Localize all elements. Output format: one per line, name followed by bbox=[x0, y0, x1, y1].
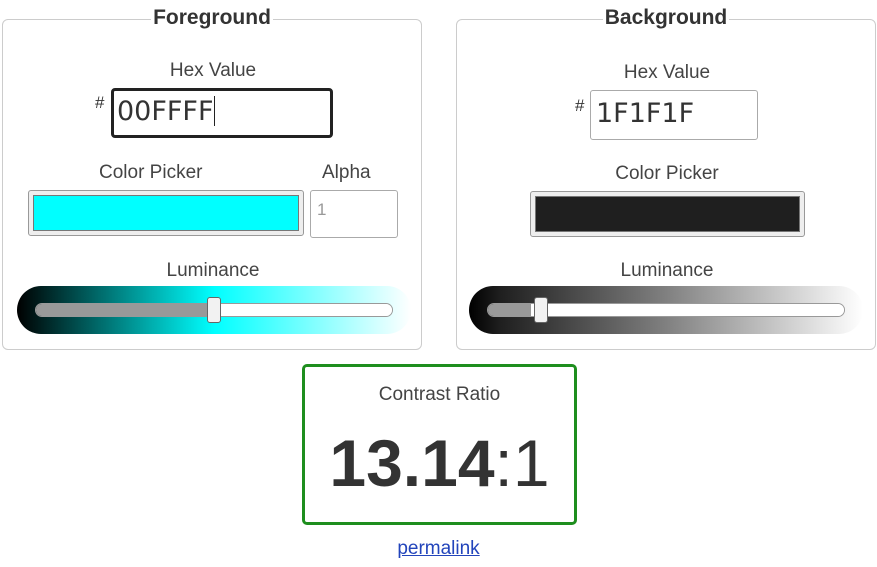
bg-color-picker[interactable] bbox=[530, 191, 805, 237]
bg-luminance-fill bbox=[488, 304, 531, 316]
fg-hash-symbol: # bbox=[95, 93, 105, 112]
fg-alpha-label: Alpha bbox=[322, 162, 371, 183]
bg-color-swatch bbox=[535, 196, 800, 232]
contrast-ratio-separator: : bbox=[494, 426, 513, 500]
fg-luminance-fill bbox=[36, 304, 214, 316]
bg-luminance-thumb[interactable] bbox=[534, 297, 548, 323]
fg-hex-label: Hex Value bbox=[169, 60, 257, 81]
bg-hex-input[interactable]: 1F1F1F bbox=[590, 90, 758, 140]
permalink-link[interactable]: permalink bbox=[397, 538, 479, 559]
bg-luminance-label: Luminance bbox=[620, 260, 714, 281]
bg-color-picker-label: Color Picker bbox=[615, 163, 719, 184]
background-title: Background bbox=[602, 6, 730, 29]
fg-color-picker-label: Color Picker bbox=[99, 162, 203, 183]
fg-luminance-slider[interactable] bbox=[17, 286, 411, 334]
foreground-panel: Foreground Hex Value # 00FFFF Color Pick… bbox=[2, 6, 422, 350]
bg-luminance-rest bbox=[530, 304, 844, 316]
contrast-ratio-box: Contrast Ratio 13.14:1 bbox=[302, 364, 577, 525]
fg-hex-value: 00FFFF bbox=[117, 96, 214, 127]
fg-alpha-input[interactable]: 1 bbox=[310, 190, 398, 238]
contrast-ratio-number: 13.14 bbox=[329, 426, 495, 500]
foreground-legend: Foreground bbox=[3, 6, 421, 30]
background-legend: Background bbox=[457, 6, 875, 30]
bg-hex-label: Hex Value bbox=[623, 62, 711, 83]
fg-color-swatch bbox=[33, 195, 299, 231]
fg-luminance-rest bbox=[214, 304, 392, 316]
permalink-container: permalink bbox=[0, 538, 877, 560]
contrast-ratio-label: Contrast Ratio bbox=[378, 384, 501, 405]
fg-luminance-thumb[interactable] bbox=[207, 297, 221, 323]
contrast-ratio-denominator: 1 bbox=[512, 426, 550, 500]
bg-hash-symbol: # bbox=[575, 96, 585, 115]
bg-luminance-slider[interactable] bbox=[469, 286, 863, 334]
fg-hex-input[interactable]: 00FFFF bbox=[111, 88, 333, 138]
text-caret bbox=[214, 95, 216, 126]
fg-color-picker[interactable] bbox=[28, 190, 304, 236]
fg-luminance-label: Luminance bbox=[166, 260, 260, 281]
foreground-title: Foreground bbox=[151, 6, 273, 29]
contrast-ratio-value: 13.14:1 bbox=[305, 423, 574, 503]
bg-hex-value: 1F1F1F bbox=[596, 98, 695, 129]
fg-alpha-placeholder: 1 bbox=[317, 200, 327, 219]
background-panel: Background Hex Value # 1F1F1F Color Pick… bbox=[456, 6, 876, 350]
